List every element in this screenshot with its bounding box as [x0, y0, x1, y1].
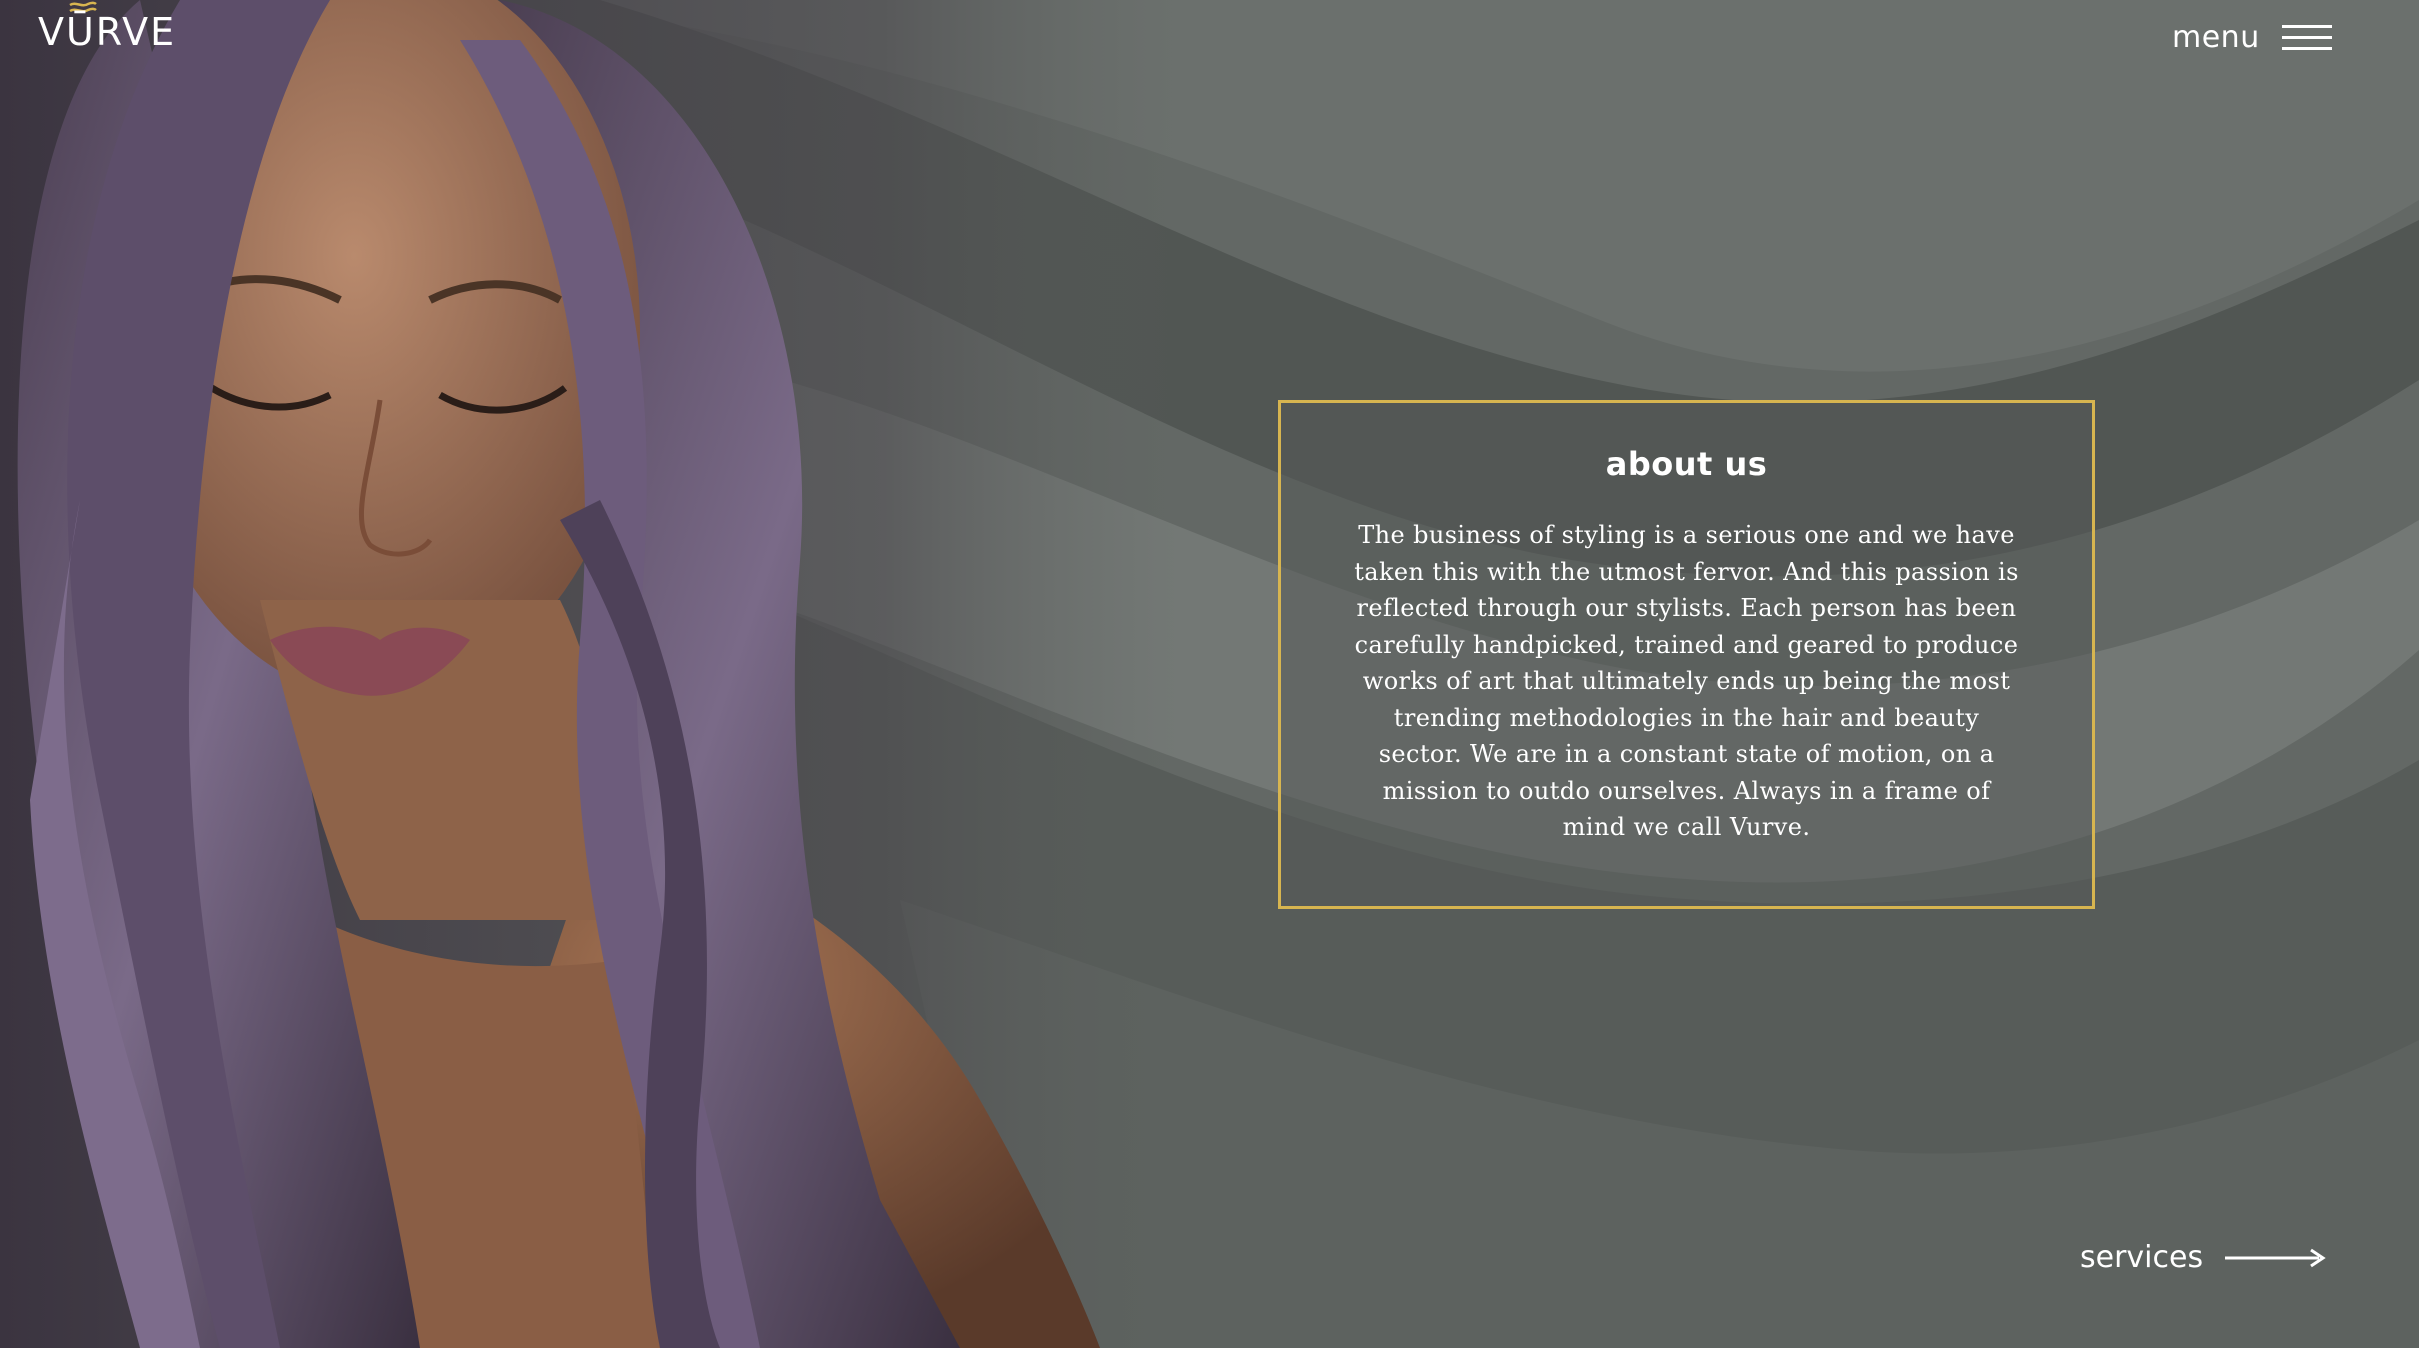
about-us-paragraph: The business of styling is a serious one…: [1354, 521, 2019, 841]
about-us-heading: about us: [1605, 445, 1768, 483]
menu-button[interactable]: menu: [2172, 20, 2332, 55]
menu-label: menu: [2172, 20, 2260, 55]
about-page: VŪRVE menu about us The business of styl…: [0, 0, 2419, 1348]
about-us-card: about us The business of styling is a se…: [1278, 400, 2095, 909]
hamburger-icon[interactable]: [2281, 23, 2332, 53]
services-label: services: [2080, 1240, 2204, 1275]
model-portrait-image: [0, 0, 1180, 1348]
vurve-logo[interactable]: VŪRVE: [38, 10, 176, 54]
arrow-right-icon[interactable]: [2225, 1246, 2327, 1270]
services-next-link[interactable]: services: [2080, 1240, 2327, 1275]
